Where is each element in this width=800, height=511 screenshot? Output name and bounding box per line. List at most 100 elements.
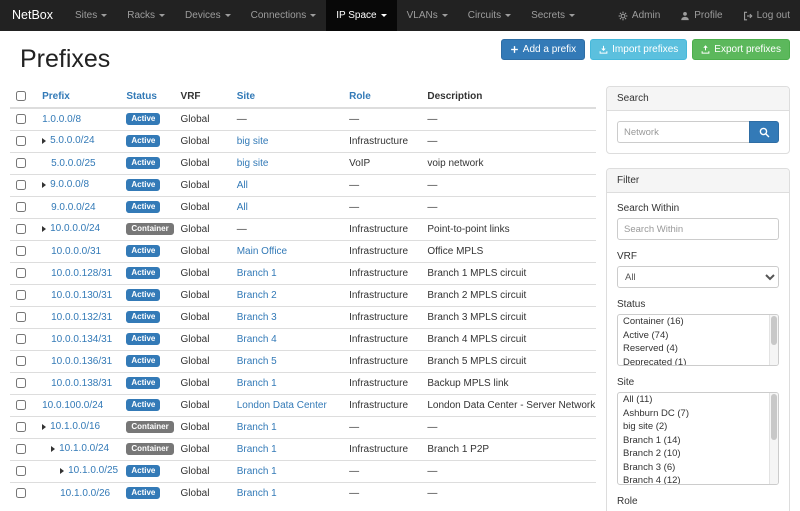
site-link[interactable]: Branch 1 (237, 466, 277, 477)
site-link[interactable]: Branch 1 (237, 268, 277, 279)
row-checkbox[interactable] (16, 488, 26, 498)
status-option[interactable]: Active (74) (618, 329, 769, 343)
row-checkbox[interactable] (16, 202, 26, 212)
row-checkbox[interactable] (16, 224, 26, 234)
row-checkbox[interactable] (16, 136, 26, 146)
prefix-link[interactable]: 10.0.0.128/31 (51, 268, 112, 279)
row-checkbox[interactable] (16, 312, 26, 322)
status-option[interactable]: Container (16) (618, 315, 769, 329)
row-checkbox[interactable] (16, 290, 26, 300)
prefix-link[interactable]: 10.1.0.0/26 (60, 488, 110, 499)
column-header-prefix[interactable]: Prefix (36, 86, 120, 108)
prefix-link[interactable]: 5.0.0.0/25 (51, 158, 95, 169)
row-checkbox[interactable] (16, 466, 26, 476)
site-option[interactable]: All (11) (618, 393, 769, 407)
site-link[interactable]: — (237, 114, 247, 125)
nav-menu-item[interactable]: Connections (241, 0, 327, 31)
site-link[interactable]: big site (237, 136, 269, 147)
site-option[interactable]: big site (2) (618, 420, 769, 434)
site-link[interactable]: All (237, 180, 248, 191)
admin-link[interactable]: Admin (608, 0, 670, 31)
nav-menu-item[interactable]: Racks (117, 0, 175, 31)
scrollbar-thumb[interactable] (771, 394, 777, 440)
row-checkbox[interactable] (16, 400, 26, 410)
nav-menu-item[interactable]: Secrets (521, 0, 585, 31)
row-checkbox[interactable] (16, 268, 26, 278)
prefix-link[interactable]: 1.0.0.0/8 (42, 114, 81, 125)
prefix-link[interactable]: 10.0.0.134/31 (51, 334, 112, 345)
expand-caret-icon[interactable] (51, 446, 55, 452)
site-option[interactable]: Ashburn DC (7) (618, 407, 769, 421)
prefix-link[interactable]: 10.0.100.0/24 (42, 400, 103, 411)
site-link[interactable]: Branch 1 (237, 378, 277, 389)
nav-menu-item[interactable]: Circuits (458, 0, 521, 31)
prefix-link[interactable]: 9.0.0.0/8 (50, 179, 89, 190)
vrf-select[interactable]: All (617, 266, 779, 288)
prefix-link[interactable]: 10.0.0.130/31 (51, 290, 112, 301)
row-checkbox[interactable] (16, 422, 26, 432)
site-link[interactable]: London Data Center (237, 400, 327, 411)
row-checkbox[interactable] (16, 356, 26, 366)
add-prefix-button[interactable]: Add a prefix (501, 39, 585, 60)
export-prefixes-button[interactable]: Export prefixes (692, 39, 790, 60)
expand-caret-icon[interactable] (42, 226, 46, 232)
row-checkbox[interactable] (16, 378, 26, 388)
status-listbox-scrollbar[interactable] (769, 315, 778, 365)
prefix-link[interactable]: 10.1.0.0/25 (68, 465, 118, 476)
prefix-link[interactable]: 10.1.0.0/24 (59, 443, 109, 454)
site-link[interactable]: Branch 1 (237, 488, 277, 499)
site-link[interactable]: big site (237, 158, 269, 169)
row-checkbox[interactable] (16, 246, 26, 256)
prefix-link[interactable]: 10.0.0.0/24 (50, 223, 100, 234)
scrollbar-thumb[interactable] (771, 316, 777, 345)
expand-caret-icon[interactable] (42, 182, 46, 188)
site-link[interactable]: Branch 2 (237, 290, 277, 301)
profile-link[interactable]: Profile (670, 0, 732, 31)
select-all-checkbox[interactable] (16, 91, 26, 101)
site-link[interactable]: All (237, 202, 248, 213)
logout-link[interactable]: Log out (733, 0, 800, 31)
site-option[interactable]: Branch 4 (12) (618, 474, 769, 485)
nav-menu-item[interactable]: Devices (175, 0, 241, 31)
site-link[interactable]: Branch 1 (237, 444, 277, 455)
prefix-link[interactable]: 10.1.0.0/16 (50, 421, 100, 432)
site-listbox-scrollbar[interactable] (769, 393, 778, 484)
site-link[interactable]: — (237, 224, 247, 235)
prefix-link[interactable]: 10.0.0.0/31 (51, 246, 101, 257)
status-option[interactable]: Reserved (4) (618, 342, 769, 356)
site-link[interactable]: Main Office (237, 246, 287, 257)
nav-menu-item[interactable]: VLANs (397, 0, 458, 31)
site-option[interactable]: Branch 2 (10) (618, 447, 769, 461)
site-link[interactable]: Branch 1 (237, 422, 277, 433)
expand-caret-icon[interactable] (60, 468, 64, 474)
search-button[interactable] (749, 121, 779, 143)
site-link[interactable]: Branch 5 (237, 356, 277, 367)
row-checkbox[interactable] (16, 158, 26, 168)
import-prefixes-button[interactable]: Import prefixes (590, 39, 687, 60)
nav-menu-item[interactable]: IP Space (326, 0, 396, 31)
column-header-role[interactable]: Role (343, 86, 421, 108)
prefix-link[interactable]: 10.0.0.138/31 (51, 378, 112, 389)
prefix-link[interactable]: 9.0.0.0/24 (51, 202, 95, 213)
app-brand[interactable]: NetBox (0, 0, 65, 31)
row-checkbox[interactable] (16, 180, 26, 190)
status-option[interactable]: Deprecated (1) (618, 356, 769, 367)
row-checkbox[interactable] (16, 334, 26, 344)
search-within-input[interactable] (617, 218, 779, 240)
nav-menu-item[interactable]: Sites (65, 0, 117, 31)
row-checkbox[interactable] (16, 444, 26, 454)
site-option[interactable]: Branch 3 (6) (618, 461, 769, 475)
search-input[interactable] (617, 121, 749, 143)
site-option[interactable]: Branch 1 (14) (618, 434, 769, 448)
prefix-link[interactable]: 10.0.0.136/31 (51, 356, 112, 367)
column-header-site[interactable]: Site (231, 86, 343, 108)
site-link[interactable]: Branch 4 (237, 334, 277, 345)
site-link[interactable]: Branch 3 (237, 312, 277, 323)
expand-caret-icon[interactable] (42, 424, 46, 430)
prefix-link[interactable]: 10.0.0.132/31 (51, 312, 112, 323)
expand-caret-icon[interactable] (42, 138, 46, 144)
table-row: 10.1.0.0/26 Active Global Branch 1 — (10, 482, 596, 504)
column-header-status[interactable]: Status (120, 86, 174, 108)
prefix-link[interactable]: 5.0.0.0/24 (50, 135, 94, 146)
row-checkbox[interactable] (16, 114, 26, 124)
